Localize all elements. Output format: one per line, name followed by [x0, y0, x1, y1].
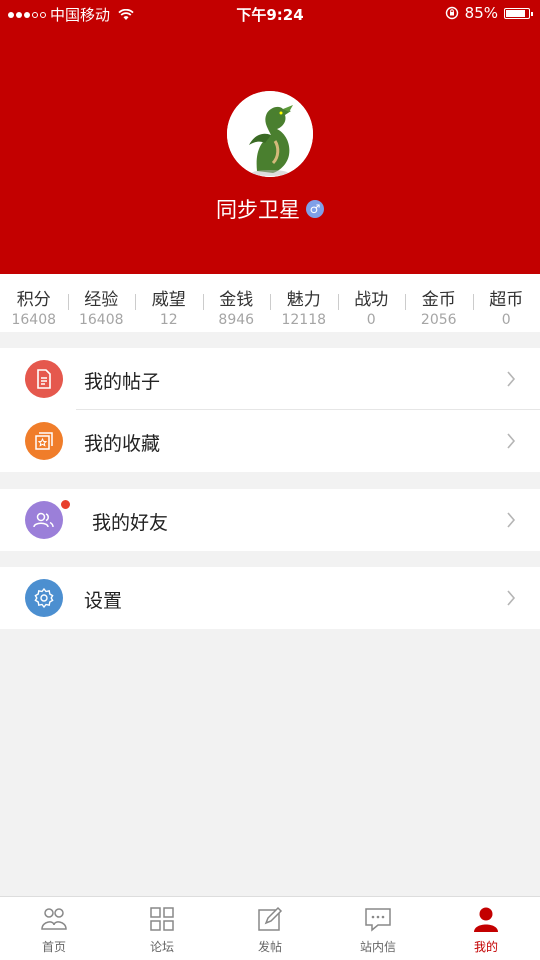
- stat-value: 12: [159, 312, 178, 328]
- tab-label: 首页: [41, 940, 66, 954]
- dragon-avatar-icon: [227, 91, 313, 177]
- stat-charm: 魅力 12118: [270, 274, 338, 332]
- tab-label: 论坛: [149, 940, 174, 954]
- stat-money: 金钱 8946: [202, 274, 271, 332]
- chevron-right-icon: [507, 590, 516, 606]
- battery-icon: [504, 7, 533, 19]
- stat-value: 12118: [281, 312, 327, 328]
- settings-item[interactable]: 设置: [0, 567, 540, 629]
- stat-value: 16408: [78, 312, 124, 328]
- stat-value: 16408: [11, 312, 57, 328]
- stat-points: 积分 16408: [0, 274, 68, 332]
- stat-prestige: 威望 12: [135, 274, 203, 332]
- stat-value: 0: [366, 312, 376, 328]
- my-posts-label: 我的帖子: [84, 371, 161, 393]
- stat-gold: 金币 2056: [405, 274, 473, 332]
- bottom-tab-bar: 首页 论坛 发帖 站内信 我的: [0, 896, 540, 960]
- stat-label: 威望: [151, 290, 186, 310]
- stat-label: 积分: [16, 290, 51, 310]
- tab-home[interactable]: 首页: [0, 897, 108, 960]
- battery-percent: 85%: [464, 4, 498, 22]
- document-icon: [25, 360, 63, 398]
- status-bar: 中国移动 下午9:24 85%: [0, 0, 540, 26]
- stat-label: 魅力: [286, 290, 321, 310]
- menu-group-content: 我的帖子 我的收藏: [0, 348, 540, 472]
- my-posts-item[interactable]: 我的帖子: [0, 348, 540, 410]
- compose-icon: [258, 906, 283, 931]
- menu-group-settings: 设置: [0, 567, 540, 629]
- tab-compose[interactable]: 发帖: [216, 897, 324, 960]
- stats-bar: 积分 16408 经验 16408 威望 12 金钱 8946 魅力 12118…: [0, 274, 540, 332]
- stat-label: 金钱: [219, 290, 254, 310]
- home-people-icon: [41, 908, 67, 930]
- chevron-right-icon: [507, 433, 516, 449]
- grid-icon: [150, 907, 174, 931]
- username: 同步卫星: [216, 198, 300, 222]
- profile-header: 中国移动 下午9:24 85% 同步卫星 ♂: [0, 0, 540, 274]
- tab-label: 站内信: [359, 940, 396, 954]
- stat-value: 0: [501, 312, 511, 328]
- my-favorites-label: 我的收藏: [84, 433, 161, 455]
- tab-label: 发帖: [257, 940, 282, 954]
- stat-merit: 战功 0: [337, 274, 406, 332]
- stat-super-coin: 超币 0: [472, 274, 540, 332]
- menu-group-social: 我的好友: [0, 489, 540, 551]
- stat-experience: 经验 16408: [67, 274, 136, 332]
- my-friends-item[interactable]: 我的好友: [0, 489, 540, 551]
- chevron-right-icon: [507, 512, 516, 528]
- stat-label: 超币: [489, 290, 524, 310]
- chevron-right-icon: [507, 371, 516, 387]
- tab-mine[interactable]: 我的: [432, 897, 540, 960]
- message-icon: [365, 908, 391, 932]
- stat-label: 经验: [84, 290, 119, 310]
- tab-forum[interactable]: 论坛: [108, 897, 216, 960]
- my-favorites-item[interactable]: 我的收藏: [0, 410, 540, 472]
- stat-value: 8946: [218, 312, 255, 328]
- settings-label: 设置: [84, 590, 123, 612]
- male-gender-icon: ♂: [306, 200, 324, 218]
- gear-icon: [25, 579, 63, 617]
- tab-label: 我的: [473, 940, 498, 954]
- people-icon: [25, 501, 63, 539]
- stat-value: 2056: [420, 312, 457, 328]
- person-icon: [474, 907, 498, 932]
- stat-label: 金币: [421, 290, 456, 310]
- tab-messages[interactable]: 站内信: [324, 897, 432, 960]
- stat-label: 战功: [354, 290, 389, 310]
- notification-dot: [60, 499, 71, 510]
- avatar[interactable]: [227, 91, 313, 177]
- my-friends-label: 我的好友: [92, 512, 169, 534]
- star-folder-icon: [25, 422, 63, 460]
- rotation-lock-icon: [445, 6, 458, 20]
